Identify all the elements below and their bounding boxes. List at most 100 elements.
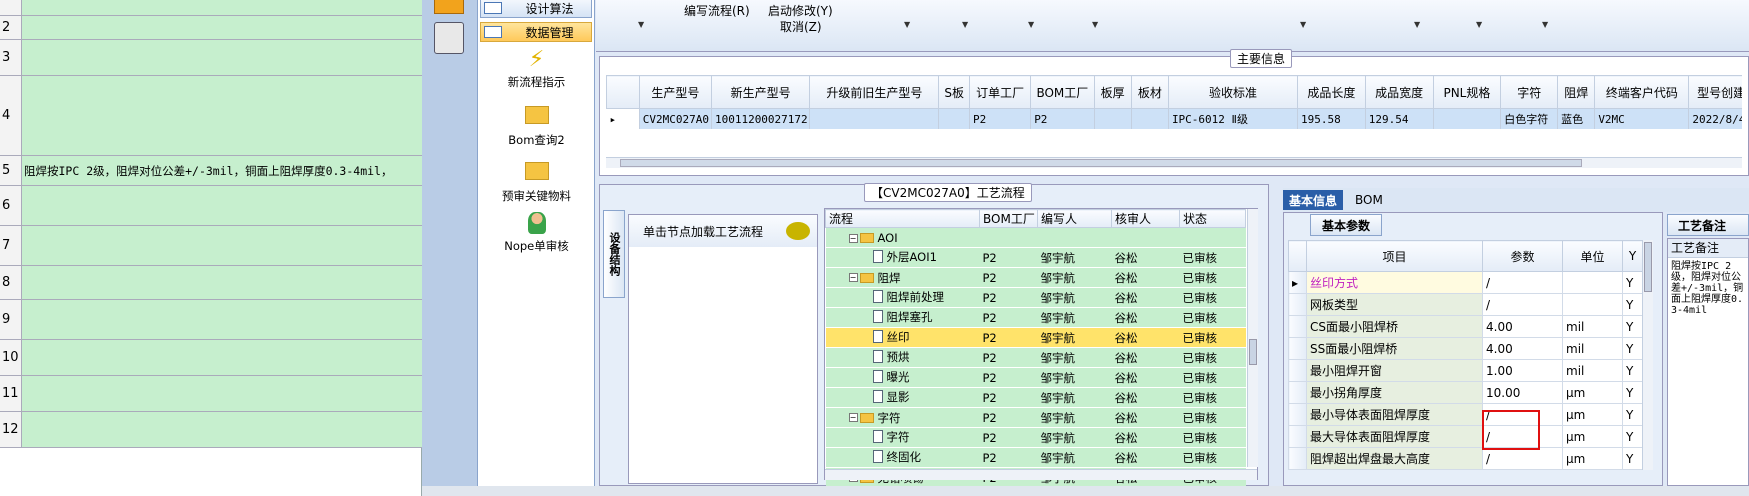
- param-value[interactable]: 4.00: [1482, 315, 1563, 338]
- tree-node[interactable]: 字符: [829, 429, 910, 445]
- column-header[interactable]: BOM工厂: [1030, 75, 1095, 109]
- tree-node-cell[interactable]: − 阻焊: [825, 267, 980, 288]
- tree-node-cell[interactable]: 丝印: [825, 327, 980, 348]
- table-row[interactable]: ▸ CV2MC027A0 10011200027172 P2 P2 IPC-6012 Ⅱ级…: [606, 108, 1742, 129]
- table-cell[interactable]: 白色字符: [1500, 108, 1559, 129]
- nav-item-pre-review[interactable]: 预审关键物料: [478, 162, 595, 204]
- sheet-cell[interactable]: [22, 76, 422, 155]
- table-cell[interactable]: [938, 108, 970, 129]
- column-header[interactable]: BOM工厂: [979, 209, 1038, 228]
- dropdown-arrow-icon[interactable]: ▼: [904, 20, 910, 29]
- horizontal-scrollbar[interactable]: [825, 469, 1257, 480]
- param-value[interactable]: /: [1482, 447, 1563, 470]
- sheet-row[interactable]: 5 阻焊按IPC 2级，阻焊对位公差+/-3mil，铜面上阻焊厚度0.3-4mil…: [0, 156, 422, 186]
- sheet-cell[interactable]: [22, 186, 422, 225]
- tree-node[interactable]: 预烘: [829, 349, 910, 365]
- tree-node-cell[interactable]: − 字符: [825, 407, 980, 428]
- collapse-toggle-icon[interactable]: −: [848, 233, 858, 243]
- scroll-thumb[interactable]: [1644, 242, 1652, 292]
- horizontal-scrollbar[interactable]: [606, 157, 1742, 168]
- table-cell[interactable]: P2: [1030, 108, 1095, 129]
- table-cell[interactable]: 195.58: [1297, 108, 1366, 129]
- column-header[interactable]: PNL规格: [1432, 75, 1502, 109]
- sheet-row[interactable]: 8: [0, 266, 422, 300]
- tree-row[interactable]: 外层AOI1 P2 邹宇航 谷松 已审核: [825, 247, 1246, 268]
- dropdown-arrow-icon[interactable]: ▼: [1414, 20, 1420, 29]
- sheet-row[interactable]: 11: [0, 376, 422, 412]
- sheet-row[interactable]: [0, 0, 422, 16]
- nav-button-data[interactable]: 数据管理: [480, 22, 592, 42]
- tree-node-cell[interactable]: 显影: [825, 387, 980, 408]
- param-row[interactable]: 最小拐角厚度 10.00 μm Y: [1288, 381, 1643, 404]
- nav-item-new-process[interactable]: ⚡ 新流程指示: [478, 48, 595, 90]
- dropdown-arrow-icon[interactable]: ▼: [638, 20, 644, 29]
- table-cell[interactable]: [1433, 108, 1502, 129]
- tree-node[interactable]: 终固化: [829, 449, 921, 465]
- scroll-thumb[interactable]: [1249, 339, 1257, 365]
- start-modify-button[interactable]: 启动修改(Y): [768, 2, 833, 19]
- nav-item-bom-query[interactable]: Bom查询2: [478, 106, 595, 148]
- tree-row[interactable]: − 阻焊 P2 邹宇航 谷松 已审核: [825, 267, 1246, 288]
- tree-node[interactable]: 曝光: [829, 369, 910, 385]
- table-cell[interactable]: [1131, 108, 1169, 129]
- table-cell[interactable]: P2: [969, 108, 1032, 129]
- table-cell[interactable]: [809, 108, 940, 129]
- param-row[interactable]: 最小阻焊开窗 1.00 mil Y: [1288, 359, 1643, 382]
- tree-node-cell[interactable]: 阻焊前处理: [825, 287, 980, 308]
- param-value[interactable]: /: [1482, 271, 1563, 294]
- column-header[interactable]: 新生产型号: [710, 75, 811, 109]
- sheet-cell[interactable]: 阻焊按IPC 2级，阻焊对位公差+/-3mil，铜面上阻焊厚度0.3-4mil，: [22, 156, 422, 185]
- tree-row[interactable]: 阻焊前处理 P2 邹宇航 谷松 已审核: [825, 287, 1246, 308]
- param-row[interactable]: SS面最小阻焊桥 4.00 mil Y: [1288, 337, 1643, 360]
- calculator-icon[interactable]: [434, 22, 464, 54]
- table-cell[interactable]: 蓝色: [1557, 108, 1596, 129]
- tree-node[interactable]: 阻焊塞孔: [829, 309, 933, 325]
- column-header[interactable]: 验收标准: [1167, 75, 1298, 109]
- table-cell[interactable]: 10011200027172: [711, 108, 811, 129]
- column-header[interactable]: 字符: [1500, 75, 1559, 109]
- sheet-row[interactable]: 12: [0, 412, 422, 448]
- tree-node[interactable]: 外层AOI1: [829, 249, 937, 265]
- column-header[interactable]: 核审人: [1111, 209, 1180, 228]
- param-row[interactable]: 最大导体表面阻焊厚度 / μm Y: [1288, 425, 1643, 448]
- cancel-button[interactable]: 取消(Z): [780, 18, 822, 35]
- tab-bom[interactable]: BOM: [1349, 190, 1389, 210]
- sheet-row[interactable]: 2: [0, 16, 422, 40]
- nav-button-design[interactable]: 设计算法: [480, 0, 592, 18]
- tree-row[interactable]: − 字符 P2 邹宇航 谷松 已审核: [825, 407, 1246, 428]
- sheet-row[interactable]: 9: [0, 300, 422, 340]
- param-value[interactable]: /: [1482, 293, 1563, 316]
- column-header[interactable]: 成品宽度: [1364, 75, 1434, 109]
- table-cell[interactable]: 2022/8/4: [1688, 108, 1742, 129]
- column-header[interactable]: 阻焊: [1557, 75, 1596, 109]
- sheet-row[interactable]: 10: [0, 340, 422, 376]
- table-cell[interactable]: 129.54: [1365, 108, 1434, 129]
- param-row[interactable]: 最小导体表面阻焊厚度 / μm Y: [1288, 403, 1643, 426]
- param-row[interactable]: 网板类型 / Y: [1288, 293, 1643, 316]
- table-cell[interactable]: CV2MC027A0: [639, 108, 712, 129]
- column-header[interactable]: 项目: [1306, 240, 1483, 272]
- param-row[interactable]: ▸ 丝印方式 / Y: [1288, 271, 1643, 294]
- dropdown-arrow-icon[interactable]: ▼: [1300, 20, 1306, 29]
- column-header[interactable]: 流程: [825, 209, 980, 228]
- sheet-cell[interactable]: [22, 340, 422, 375]
- column-header[interactable]: 板材: [1130, 75, 1169, 109]
- sheet-row[interactable]: 3: [0, 40, 422, 76]
- column-header[interactable]: 升级前旧生产型号: [809, 75, 940, 109]
- sheet-cell[interactable]: [22, 226, 422, 265]
- tree-row[interactable]: − AOI: [825, 227, 1246, 248]
- tree-node[interactable]: − AOI: [829, 231, 898, 245]
- tree-row[interactable]: 终固化 P2 邹宇航 谷松 已审核: [825, 447, 1246, 468]
- sheet-row[interactable]: 4: [0, 76, 422, 156]
- nav-item-nope-review[interactable]: Nope单审核: [478, 212, 595, 254]
- sheet-cell[interactable]: [22, 266, 422, 299]
- table-cell[interactable]: V2MC: [1594, 108, 1690, 129]
- grid-app-icon[interactable]: [434, 0, 464, 14]
- sheet-cell[interactable]: [22, 0, 422, 15]
- tree-node[interactable]: − 字符: [829, 410, 901, 426]
- tab-basic-params[interactable]: 基本参数: [1310, 214, 1382, 236]
- tree-node-cell[interactable]: 终固化: [825, 447, 980, 468]
- param-row[interactable]: CS面最小阻焊桥 4.00 mil Y: [1288, 315, 1643, 338]
- tree-node-cell[interactable]: − AOI: [825, 227, 980, 248]
- tree-row[interactable]: 曝光 P2 邹宇航 谷松 已审核: [825, 367, 1246, 388]
